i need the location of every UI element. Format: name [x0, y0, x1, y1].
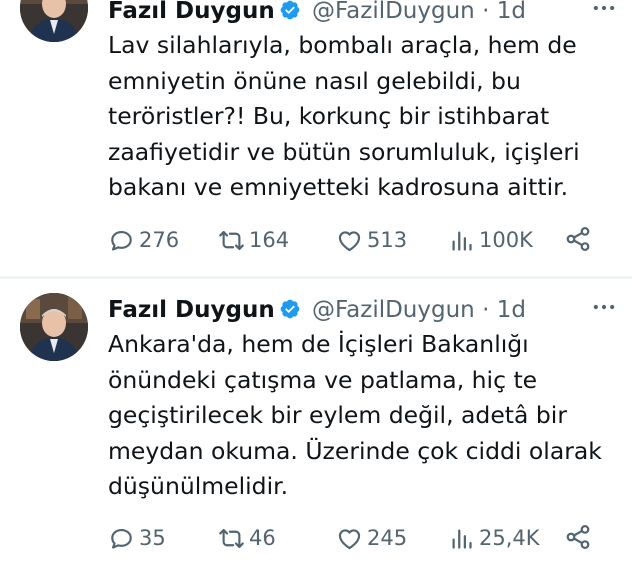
tweet-text-line: emniyetin önüne nasıl gelebildi, bu [108, 66, 521, 95]
share-icon[interactable] [564, 523, 592, 551]
action-bar: 35 46 245 25,4K [108, 521, 608, 555]
separator-dot: · [482, 0, 490, 24]
tweet-text: Lav silahlarıyla, bombalı araçla, hem de… [108, 28, 618, 206]
tweet[interactable]: Fazıl Duygun @FazilDuygun · 1d Ankara'da… [0, 279, 632, 565]
avatar[interactable] [20, 0, 88, 42]
verified-badge-icon [280, 299, 300, 319]
tweet-text-line: Lav silahlarıyla, bombalı araçla, hem de [108, 31, 577, 59]
reply-button[interactable]: 276 [108, 223, 179, 257]
tweet-text-line: Ankara'da, hem de İçişleri Bakanlığı [108, 330, 529, 358]
retweet-icon [219, 528, 244, 548]
author-name[interactable]: Fazıl Duygun [108, 0, 275, 24]
tweet-text-line: teröristler?! Bu, korkunç bir istihbarat [108, 102, 550, 130]
author-name[interactable]: Fazıl Duygun [108, 297, 275, 323]
tweet-text-line: düşünülmelidir. [108, 472, 289, 500]
like-button[interactable]: 245 [336, 521, 407, 555]
tweet-text-line: zaafiyetidir ve bütün sorumluluk, içişle… [108, 137, 580, 166]
share-icon[interactable] [564, 225, 592, 253]
reply-count: 35 [139, 526, 166, 550]
tweet-text-line: önündeki çatışma ve patlama, hiç te [108, 365, 538, 394]
action-bar: 276 164 513 100K [108, 223, 608, 257]
views-count: 25,4K [479, 526, 540, 550]
tweet-text-line: bakanı ve emniyetteki kadrosuna aittir. [108, 173, 569, 201]
like-icon [338, 528, 361, 549]
like-icon [338, 230, 361, 251]
retweet-button[interactable]: 46 [218, 521, 276, 555]
reply-icon [111, 230, 132, 251]
reply-count: 276 [139, 228, 180, 252]
views-icon [452, 529, 472, 549]
tweet-text: Ankara'da, hem de İçişleri Bakanlığı önü… [108, 327, 618, 505]
views-button[interactable]: 100K [448, 223, 533, 257]
author-handle[interactable]: @FazilDuygun [312, 297, 475, 323]
more-options-icon[interactable] [590, 293, 618, 321]
retweet-button[interactable]: 164 [218, 223, 289, 257]
tweet-text-line: meydan okuma. Üzerinde çok ciddi olarak [108, 436, 602, 465]
views-button[interactable]: 25,4K [448, 521, 540, 555]
timestamp[interactable]: 1d [497, 0, 526, 24]
reply-button[interactable]: 35 [108, 521, 166, 555]
views-count: 100K [479, 228, 533, 252]
tweet[interactable]: Fazıl Duygun @FazilDuygun · 1d Lav silah… [0, 0, 632, 276]
tweet-text-line: geçiştirilecek bir eylem değil, adetâ bi… [108, 401, 567, 429]
retweet-count: 164 [249, 228, 290, 252]
more-options-icon[interactable] [590, 0, 618, 22]
timestamp[interactable]: 1d [497, 297, 526, 323]
avatar[interactable] [20, 293, 88, 361]
tweet-header: Fazıl Duygun @FazilDuygun · 1d [108, 295, 592, 325]
like-count: 513 [367, 228, 408, 252]
like-count: 245 [367, 526, 408, 550]
views-icon [452, 231, 472, 251]
retweet-icon [219, 230, 244, 250]
author-handle[interactable]: @FazilDuygun [312, 0, 475, 24]
verified-badge-icon [280, 0, 300, 20]
retweet-count: 46 [249, 526, 276, 550]
reply-icon [111, 528, 132, 549]
separator-dot: · [482, 297, 490, 323]
like-button[interactable]: 513 [336, 223, 407, 257]
tweet-header: Fazıl Duygun @FazilDuygun · 1d [108, 0, 592, 26]
tweet-feed: Fazıl Duygun @FazilDuygun · 1d Lav silah… [0, 0, 632, 565]
